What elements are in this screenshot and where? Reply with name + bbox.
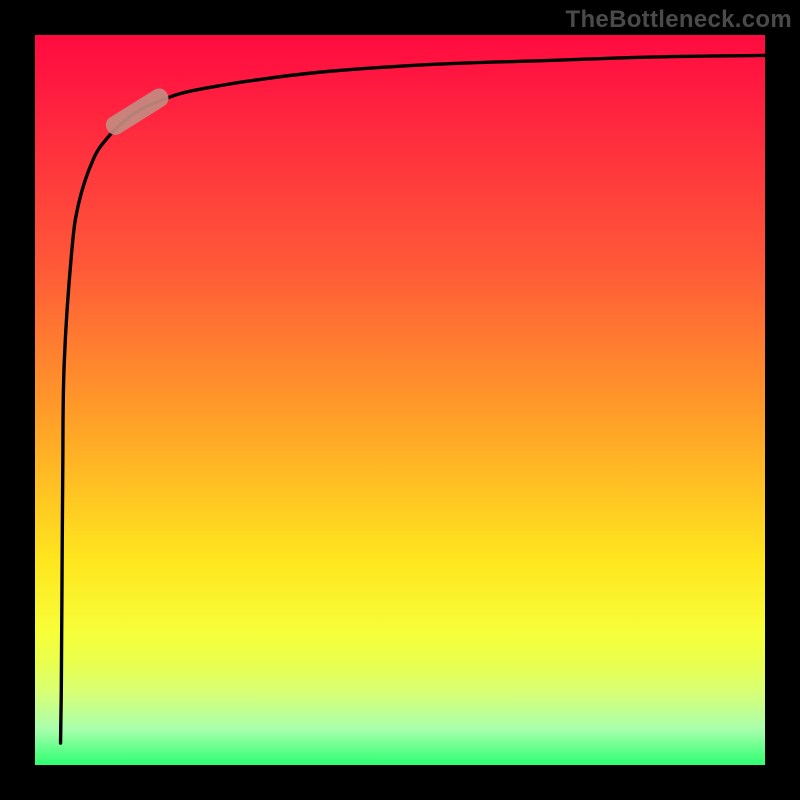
plot-background-gradient: [35, 35, 765, 765]
chart-stage: TheBottleneck.com: [0, 0, 800, 800]
attribution-watermark: TheBottleneck.com: [566, 6, 792, 34]
